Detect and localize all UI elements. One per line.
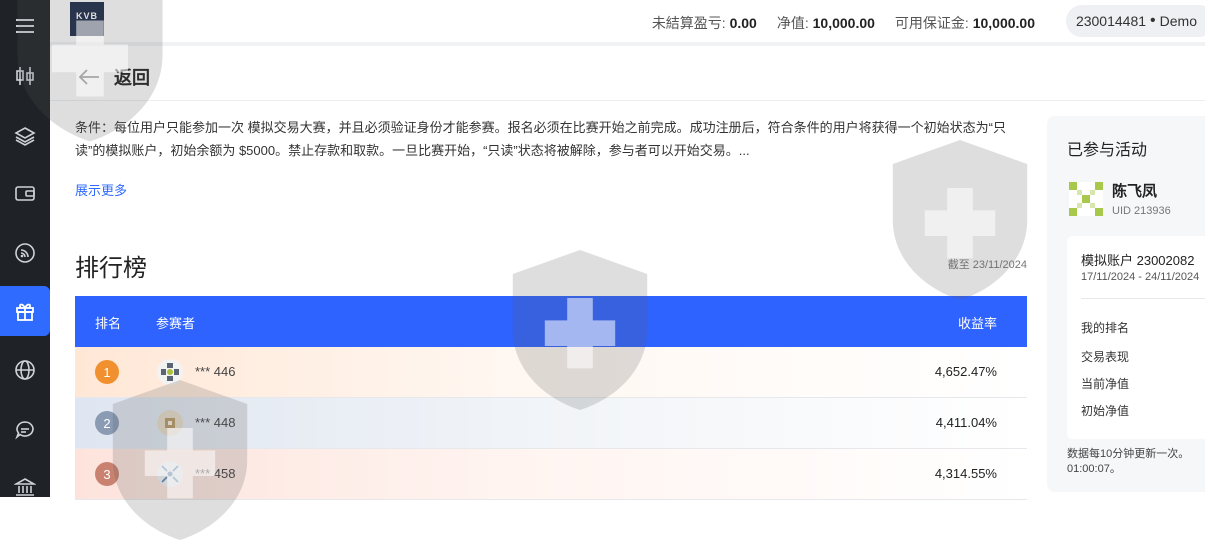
sidebar-item-positions[interactable] — [0, 111, 50, 161]
globe-icon — [15, 360, 35, 380]
free-margin-value: 10,000.00 — [972, 15, 1035, 31]
equity-value: 10,000.00 — [812, 15, 875, 31]
free-margin-label: 可用保证金: — [894, 15, 969, 31]
table-row[interactable]: 2 *** 448 4,411.04% — [75, 398, 1027, 449]
gift-icon — [16, 303, 34, 321]
menu-icon — [16, 19, 34, 33]
return-rate: 4,652.47% — [934, 364, 997, 379]
metric-initial-equity: 初始净值 — [1081, 404, 1130, 418]
sidebar-item-markets[interactable] — [0, 51, 50, 101]
leaderboard-table: 排名 参赛者 收益率 1 *** 446 4,652.47% 2 *** 448… — [75, 296, 1027, 500]
account-type: Demo — [1159, 13, 1197, 29]
avatar — [157, 410, 183, 436]
user-avatar — [1069, 182, 1103, 216]
table-header: 排名 参赛者 收益率 — [75, 296, 1027, 347]
user-uid: UID 213936 — [1112, 205, 1171, 217]
metric-current-equity: 当前净值 — [1081, 377, 1130, 391]
back-button[interactable]: 返回 — [78, 64, 150, 90]
participated-activity-card: 已参与活动 陈飞凤 UID 213936 模拟账户 23002082 17/11… — [1047, 116, 1205, 492]
account-stats: 未結算盈亏: 0.00 净值: 10,000.00 可用保证金: 10,000.… — [652, 13, 1035, 33]
sidebar-item-global[interactable] — [0, 345, 50, 395]
rank-badge: 2 — [95, 411, 119, 435]
leaderboard-as-of: 截至 23/11/2024 — [947, 259, 1027, 271]
sidebar-item-funds[interactable] — [0, 462, 50, 512]
table-row[interactable]: 3 *** 458 4,314.55% — [75, 449, 1027, 500]
arrow-left-icon — [78, 69, 99, 85]
user-name: 陈飞凤 — [1112, 183, 1158, 200]
account-number: 230014481 — [1075, 13, 1147, 29]
return-rate: 4,314.55% — [934, 466, 997, 481]
layers-icon — [14, 127, 36, 146]
equity-label: 净值: — [776, 15, 809, 31]
update-note: 数据每10分钟更新一次。01:00:07。 — [1067, 448, 1190, 475]
competition-conditions: 条件：每位用户只能参加一次 模拟交易大赛，并且必须验证身份才能参赛。报名必须在比… — [75, 120, 1006, 158]
equity: 净值: 10,000.00 — [777, 13, 875, 33]
rank-badge: 1 — [95, 360, 119, 384]
unrealized-pnl: 未結算盈亏: 0.00 — [652, 13, 757, 33]
divider — [50, 100, 1205, 101]
account-switcher[interactable]: 230014481 • Demo — [1065, 5, 1205, 37]
show-more-link[interactable]: 展示更多 — [75, 180, 127, 199]
back-label: 返回 — [114, 68, 150, 88]
avatar — [157, 359, 183, 385]
kvb-logo[interactable]: KVB — [70, 2, 104, 36]
avatar — [157, 461, 183, 487]
sidebar — [0, 0, 50, 497]
free-margin: 可用保证金: 10,000.00 — [895, 13, 1035, 33]
demo-account-name: 模拟账户 23002082 — [1081, 253, 1195, 268]
divider — [1081, 298, 1205, 299]
sidebar-item-feed[interactable] — [0, 228, 50, 278]
col-participant-header: 参赛者 — [156, 316, 196, 331]
candlestick-icon — [16, 67, 34, 85]
participant-name: *** 458 — [195, 466, 236, 481]
account-summary[interactable]: 模拟账户 23002082 17/11/2024 - 24/11/2024 我的… — [1067, 236, 1205, 439]
chat-icon — [15, 421, 34, 440]
bank-icon — [14, 478, 36, 496]
metric-my-rank: 我的排名 — [1081, 321, 1130, 335]
metric-trading-performance: 交易表现 — [1081, 350, 1130, 364]
sidebar-item-support[interactable] — [0, 405, 50, 455]
wallet-icon — [15, 186, 35, 201]
col-rank-header: 排名 — [95, 316, 122, 331]
rank-badge: 3 — [95, 462, 119, 486]
unrealized-pnl-value: 0.00 — [729, 15, 757, 31]
participant-name: *** 446 — [195, 364, 236, 379]
dot-separator: • — [1150, 12, 1156, 29]
sidebar-item-competition[interactable] — [0, 286, 50, 336]
top-bar: KVB 未結算盈亏: 0.00 净值: 10,000.00 可用保证金: 10,… — [50, 0, 1205, 46]
competition-dates: 17/11/2024 - 24/11/2024 — [1081, 271, 1200, 283]
table-row[interactable]: 1 *** 446 4,652.47% — [75, 347, 1027, 398]
menu-button[interactable] — [0, 1, 50, 51]
participant-name: *** 448 — [195, 415, 236, 430]
col-return-header: 收益率 — [957, 316, 997, 331]
sidebar-item-wallet[interactable] — [0, 168, 50, 218]
unrealized-pnl-label: 未結算盈亏: — [651, 15, 726, 31]
rss-icon — [15, 243, 35, 263]
leaderboard-title: 排行榜 — [75, 255, 147, 282]
card-title: 已参与活动 — [1067, 142, 1148, 159]
return-rate: 4,411.04% — [935, 415, 997, 430]
